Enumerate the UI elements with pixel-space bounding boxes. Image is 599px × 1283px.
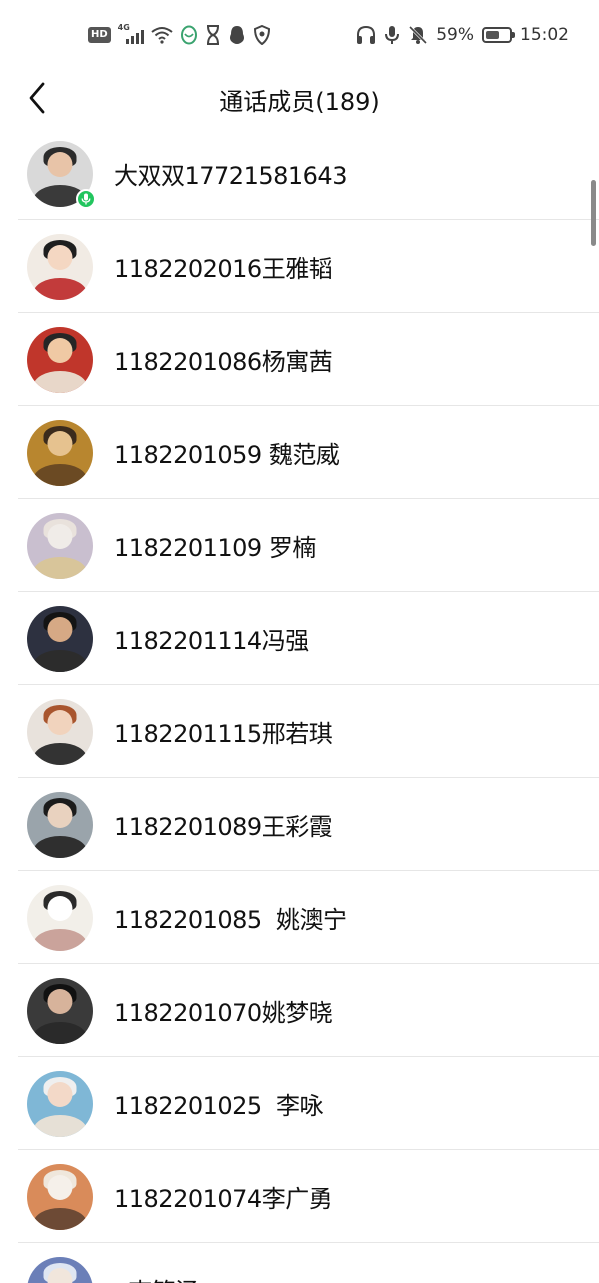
member-name: 1182201114冯强 [114, 627, 309, 655]
member-name: 1182201086杨寓茜 [114, 348, 333, 376]
member-row[interactable]: 1182201086杨寓茜 [0, 313, 599, 406]
avatar[interactable] [27, 791, 93, 858]
member-name: 1182201070姚梦晓 [114, 999, 333, 1027]
headphones-icon [357, 25, 376, 44]
member-name: 1182201059 魏范威 [114, 441, 340, 469]
member-row[interactable]: 1182201109 罗楠 [0, 499, 599, 592]
avatar[interactable] [27, 512, 93, 579]
battery-percent: 59% [436, 25, 474, 45]
speaking-microphone-icon [76, 188, 96, 209]
member-row[interactable]: 大双双17721581643 [0, 127, 599, 220]
bell-muted-icon [409, 25, 428, 45]
status-bar-right: 59% 15:02 [356, 22, 569, 48]
member-row[interactable]: 1182201070姚梦晓 [0, 964, 599, 1057]
member-name: 1182201109 罗楠 [114, 534, 316, 562]
avatar[interactable] [27, 419, 93, 486]
member-name: 大双双17721581643 [114, 162, 347, 190]
member-row[interactable]: 1182202016王雅韬 [0, 220, 599, 313]
avatar[interactable] [27, 605, 93, 672]
member-name: 1182202016王雅韬 [114, 255, 333, 283]
avatar[interactable] [27, 977, 93, 1044]
avatar[interactable] [27, 140, 96, 209]
member-row[interactable]: 李管涵 [0, 1243, 599, 1283]
member-row[interactable]: 1182201059 魏范威 [0, 406, 599, 499]
avatar[interactable] [27, 1256, 93, 1283]
status-bar-left: HD 4G [88, 22, 271, 48]
member-name: 1182201085 姚澳宁 [114, 906, 347, 934]
avatar[interactable] [27, 233, 93, 300]
scrollbar[interactable] [591, 180, 596, 246]
battery-icon [482, 27, 515, 43]
qq-app-icon [180, 25, 197, 45]
avatar[interactable] [27, 1070, 93, 1137]
avatar[interactable] [27, 1163, 93, 1230]
member-name: 1182201025 李咏 [114, 1092, 323, 1120]
penguin-icon [229, 26, 244, 44]
member-row[interactable]: 1182201114冯强 [0, 592, 599, 685]
member-name: 1182201115邢若琪 [114, 720, 333, 748]
avatar[interactable] [27, 326, 93, 393]
member-row[interactable]: 1182201025 李咏 [0, 1057, 599, 1150]
member-row[interactable]: 1182201074李广勇 [0, 1150, 599, 1243]
hd-icon: HD [88, 27, 111, 43]
member-list[interactable]: 大双双17721581643 1182202016王雅韬 1182201086杨寓茜… [0, 127, 599, 1283]
shield-icon [253, 25, 270, 45]
microphone-icon [385, 26, 400, 44]
battery-level-fill [486, 31, 499, 39]
member-row[interactable]: 1182201089王彩霞 [0, 778, 599, 871]
member-row[interactable]: 1182201115邢若琪 [0, 685, 599, 778]
page-title: 通话成员(189) [219, 88, 380, 116]
signal-icon: 4G [118, 23, 144, 46]
member-name: 1182201074李广勇 [114, 1185, 333, 1213]
member-row[interactable]: 1182201085 姚澳宁 [0, 871, 599, 964]
wifi-icon [151, 27, 173, 44]
member-name: 1182201089王彩霞 [114, 813, 333, 841]
status-bar: HD 4G 59% 15:02 [0, 0, 599, 70]
member-name: 李管涵 [114, 1272, 199, 1283]
avatar[interactable] [27, 884, 93, 951]
clock: 15:02 [520, 25, 569, 45]
header-bar: 通话成员(189) [0, 70, 599, 132]
avatar[interactable] [27, 698, 93, 765]
hourglass-icon [206, 25, 219, 45]
